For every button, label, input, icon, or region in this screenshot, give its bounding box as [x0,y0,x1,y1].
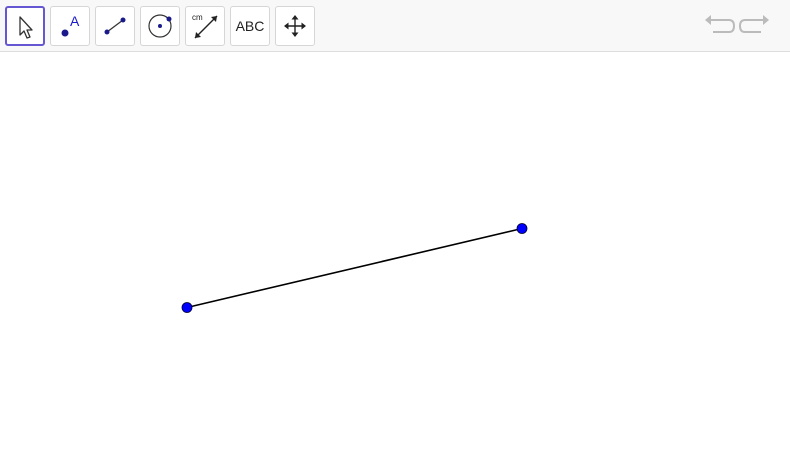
move-tool-button[interactable] [5,6,45,46]
toolbar: A cm ABC [0,0,790,52]
redo-button[interactable] [738,12,771,40]
distance-measure-icon [194,15,218,39]
move-graphics-tool-button[interactable] [275,6,315,46]
undo-icon [705,15,736,33]
redo-icon [738,15,769,33]
point-right[interactable] [516,223,528,234]
point-tool-button[interactable]: A [50,6,90,46]
cursor-arrow-icon [19,16,33,39]
move-graphics-icon [284,15,306,37]
point-left[interactable] [181,302,193,313]
distance-tool-button[interactable]: cm [185,6,225,46]
segment-tool-button[interactable] [95,6,135,46]
text-tool-button[interactable]: ABC [230,6,270,46]
geometry-app: A cm ABC [0,0,790,463]
point-a-icon: A [61,13,80,37]
segment-icon [104,17,126,35]
circle-center-point-icon [148,14,172,38]
undo-button[interactable] [703,12,736,40]
text-icon: ABC [235,18,265,34]
line-segment[interactable] [186,227,523,309]
circle-tool-button[interactable] [140,6,180,46]
graphics-view[interactable] [0,53,790,463]
point-tool-label: A [70,13,80,29]
